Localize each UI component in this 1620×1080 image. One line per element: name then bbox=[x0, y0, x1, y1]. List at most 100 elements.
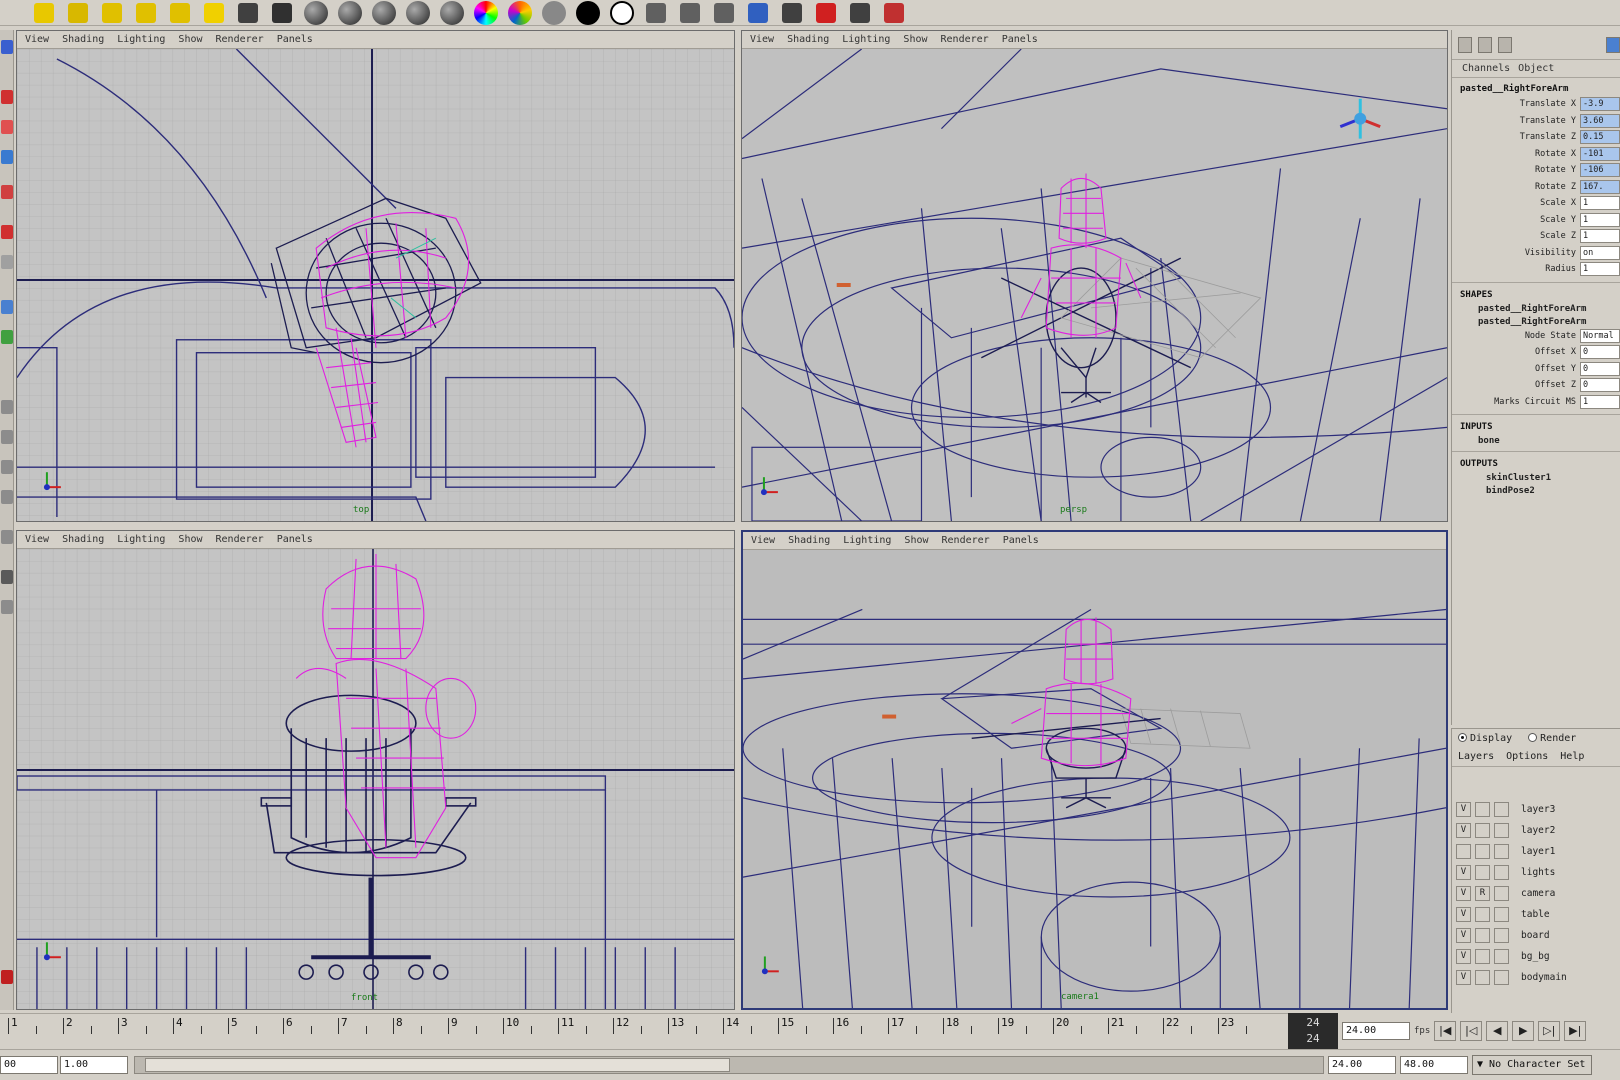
menu-show[interactable]: Show bbox=[178, 34, 202, 45]
rainbow-sphere-icon[interactable] bbox=[472, 0, 500, 26]
step-forward-key-icon[interactable]: ▷| bbox=[1538, 1021, 1561, 1041]
menu-lighting[interactable]: Lighting bbox=[117, 34, 165, 45]
bar-icon[interactable] bbox=[846, 0, 874, 26]
layer-row[interactable]: Vboard bbox=[1452, 925, 1620, 946]
viewport-canvas[interactable]: persp bbox=[742, 49, 1447, 521]
layer-visibility-toggle[interactable]: V bbox=[1456, 802, 1471, 817]
layer-color-swatch[interactable] bbox=[1494, 949, 1509, 964]
menu-panels[interactable]: Panels bbox=[277, 34, 313, 45]
record-icon[interactable] bbox=[1, 970, 13, 984]
layer-row[interactable]: V Rcamera bbox=[1452, 883, 1620, 904]
attribute-row[interactable]: Rotate X -101 bbox=[1452, 146, 1620, 163]
attribute-value-field[interactable]: -106 bbox=[1580, 163, 1620, 178]
layout-stack-icon[interactable] bbox=[1, 490, 13, 504]
layer-name[interactable]: table bbox=[1509, 909, 1550, 920]
layer-type-toggle[interactable] bbox=[1475, 823, 1490, 838]
attribute-row[interactable]: Radius 1 bbox=[1452, 261, 1620, 278]
shape-node[interactable]: pasted__RightForeArm bbox=[1452, 302, 1620, 315]
layout-outliner-icon[interactable] bbox=[1, 530, 13, 544]
render-icon[interactable] bbox=[268, 0, 296, 26]
layer-row[interactable]: Vlayer3 bbox=[1452, 799, 1620, 820]
range-track[interactable] bbox=[134, 1056, 1324, 1074]
window-icon[interactable] bbox=[710, 0, 738, 26]
menu-show[interactable]: Show bbox=[903, 34, 927, 45]
layout-side-icon[interactable] bbox=[1, 460, 13, 474]
attribute-row[interactable]: Scale Y 1 bbox=[1452, 212, 1620, 229]
character-set-dropdown[interactable]: ▼ No Character Set bbox=[1472, 1055, 1592, 1075]
sun-icon[interactable] bbox=[166, 0, 194, 26]
viewport-canvas[interactable]: top bbox=[17, 49, 734, 521]
menu-shading[interactable]: Shading bbox=[62, 34, 104, 45]
layer-row[interactable]: layer1 bbox=[1452, 841, 1620, 862]
window-icon[interactable] bbox=[642, 0, 670, 26]
layer-visibility-toggle[interactable]: V bbox=[1456, 928, 1471, 943]
layer-type-toggle[interactable] bbox=[1475, 949, 1490, 964]
attribute-row[interactable]: Rotate Y -106 bbox=[1452, 162, 1620, 179]
rotate-tool-icon[interactable] bbox=[1, 150, 13, 164]
attribute-value-field[interactable]: 3.60 bbox=[1580, 113, 1620, 128]
magnify-icon[interactable] bbox=[64, 0, 92, 26]
menu-lighting[interactable]: Lighting bbox=[117, 534, 165, 545]
attribute-row[interactable]: Scale Z 1 bbox=[1452, 228, 1620, 245]
attribute-value-field[interactable]: 1 bbox=[1580, 229, 1620, 244]
render-radio[interactable]: Render bbox=[1528, 733, 1576, 744]
selected-object-name[interactable]: pasted__RightForeArm bbox=[1452, 78, 1620, 96]
step-back-key-icon[interactable]: |◁ bbox=[1460, 1021, 1483, 1041]
viewport-canvas[interactable]: camera1 bbox=[743, 550, 1446, 1008]
attribute-value-field[interactable]: Normal bbox=[1580, 328, 1620, 343]
viewport-persp[interactable]: View Shading Lighting Show Renderer Pane… bbox=[741, 30, 1448, 522]
time-slider[interactable]: 1 2 3 4 5 6 7 8 9 10 11 12 13 14 15 16 17 18 19 20 21 22 23 bbox=[0, 1013, 1290, 1049]
animation-start-field[interactable]: 00 bbox=[0, 1056, 58, 1074]
paint-icon[interactable] bbox=[880, 0, 908, 26]
shape-attribute-row[interactable]: Node State Normal bbox=[1452, 328, 1620, 345]
scale-tool-icon[interactable] bbox=[1, 185, 13, 199]
layer-editor-toggle-icon[interactable] bbox=[1498, 36, 1512, 53]
layer-name[interactable]: bodymain bbox=[1509, 972, 1567, 983]
menu-shading[interactable]: Shading bbox=[788, 535, 830, 546]
play-forward-icon[interactable]: ▶ bbox=[1512, 1021, 1535, 1041]
layer-type-toggle[interactable]: R bbox=[1475, 886, 1490, 901]
shape-node[interactable]: pasted__RightForeArm bbox=[1452, 315, 1620, 328]
globe-icon[interactable] bbox=[744, 0, 772, 26]
select-tool-icon[interactable] bbox=[1, 40, 13, 54]
sphere-icon[interactable] bbox=[438, 0, 466, 26]
menu-panels[interactable]: Panels bbox=[1003, 535, 1039, 546]
layer-color-swatch[interactable] bbox=[1494, 886, 1509, 901]
layer-name[interactable]: camera bbox=[1509, 888, 1555, 899]
channel-box-toggle-icon[interactable] bbox=[1458, 36, 1472, 53]
layer-type-toggle[interactable] bbox=[1475, 928, 1490, 943]
last-tool-icon[interactable] bbox=[1, 330, 13, 344]
menu-panels[interactable]: Panels bbox=[1002, 34, 1038, 45]
attribute-row[interactable]: Translate Y 3.60 bbox=[1452, 113, 1620, 130]
sphere-icon[interactable] bbox=[370, 0, 398, 26]
layer-name[interactable]: bg_bg bbox=[1509, 951, 1550, 962]
axis-icon[interactable] bbox=[1606, 36, 1620, 53]
layer-name[interactable]: layer1 bbox=[1509, 846, 1555, 857]
layer-color-swatch[interactable] bbox=[1494, 928, 1509, 943]
layer-color-swatch[interactable] bbox=[1494, 802, 1509, 817]
options-menu[interactable]: Options bbox=[1506, 751, 1548, 762]
input-node[interactable]: bone bbox=[1452, 434, 1620, 447]
attribute-value-field[interactable]: -3.9 bbox=[1580, 97, 1620, 112]
layer-row[interactable]: Vlayer2 bbox=[1452, 820, 1620, 841]
menu-view[interactable]: View bbox=[25, 534, 49, 545]
layer-visibility-toggle[interactable] bbox=[1456, 844, 1471, 859]
layer-name[interactable]: layer3 bbox=[1509, 804, 1555, 815]
attribute-value-field[interactable]: 0 bbox=[1580, 361, 1620, 376]
attribute-value-field[interactable]: -101 bbox=[1580, 146, 1620, 161]
menu-view[interactable]: View bbox=[750, 34, 774, 45]
viewport-canvas[interactable]: front bbox=[17, 549, 734, 1009]
attribute-value-field[interactable]: 1 bbox=[1580, 262, 1620, 277]
move-tool-icon[interactable] bbox=[1, 120, 13, 134]
layer-type-toggle[interactable] bbox=[1475, 802, 1490, 817]
display-radio[interactable]: Display bbox=[1458, 733, 1512, 744]
shape-attribute-row[interactable]: Offset X 0 bbox=[1452, 344, 1620, 361]
shape-attribute-row[interactable]: Marks Circuit MS 1 bbox=[1452, 394, 1620, 411]
attribute-value-field[interactable]: 167. bbox=[1580, 179, 1620, 194]
viewport-camera[interactable]: View Shading Lighting Show Renderer Pane… bbox=[741, 530, 1448, 1010]
shape-attribute-row[interactable]: Offset Z 0 bbox=[1452, 377, 1620, 394]
bulb-icon[interactable] bbox=[200, 0, 228, 26]
grid-icon[interactable] bbox=[98, 0, 126, 26]
attribute-row[interactable]: Translate X -3.9 bbox=[1452, 96, 1620, 113]
white-ring-icon[interactable] bbox=[608, 0, 636, 26]
